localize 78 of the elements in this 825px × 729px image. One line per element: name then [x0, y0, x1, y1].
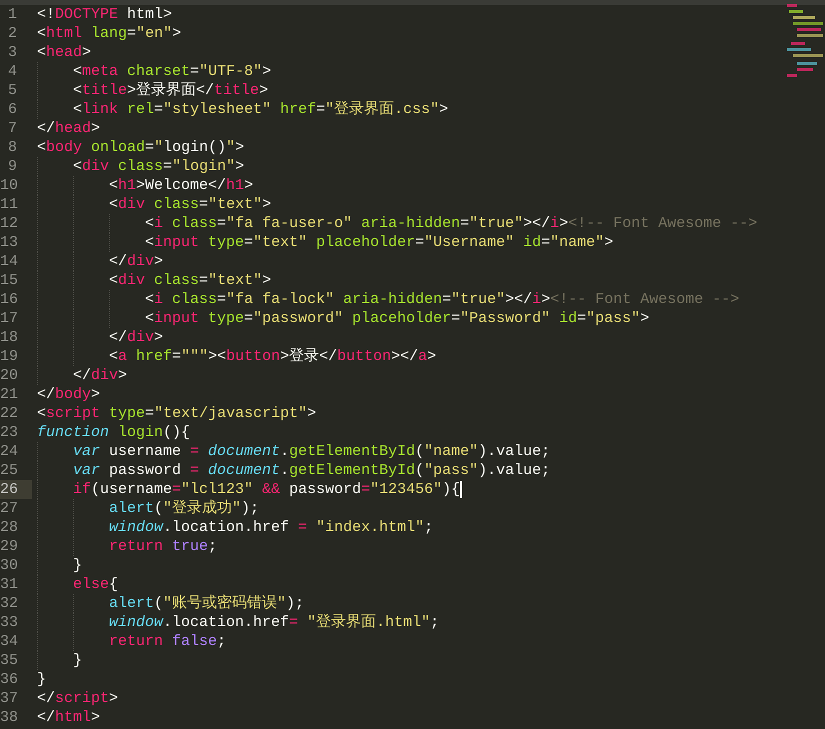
code-line: </html>: [37, 708, 100, 727]
code-line: <html lang="en">: [37, 24, 182, 43]
line-number: 23: [0, 423, 20, 442]
line-number: 30: [0, 556, 20, 575]
code-line: return true;: [109, 537, 218, 556]
code-line: }: [73, 651, 82, 670]
code-line: <head>: [37, 43, 92, 62]
code-line: </div>: [109, 328, 164, 347]
line-number: 9: [6, 157, 18, 176]
code-line: <!DOCTYPE html>: [37, 5, 172, 24]
line-number: 25: [0, 461, 20, 480]
code-line: <i class="fa fa-user-o" aria-hidden="true"></i><!-- Font Awesome -->: [145, 214, 758, 233]
code-line: }: [73, 556, 82, 575]
line-number: 18: [0, 328, 20, 347]
code-line: <input type="password" placeholder="Password" id="pass">: [145, 309, 650, 328]
text-cursor: [460, 481, 462, 498]
line-number: 38: [0, 708, 20, 727]
code-line: <i class="fa fa-lock" aria-hidden="true"></i><!-- Font Awesome -->: [145, 290, 740, 309]
code-line: return false;: [109, 632, 226, 651]
line-number: 20: [0, 366, 20, 385]
line-number: 32: [0, 594, 20, 613]
line-number: 10: [0, 176, 20, 195]
code-line: function login(){: [37, 423, 190, 442]
code-line: </body>: [37, 385, 100, 404]
line-number: 21: [0, 385, 20, 404]
code-line: <link rel="stylesheet" href="登录界面.css">: [73, 100, 448, 119]
line-number: 16: [0, 290, 20, 309]
line-number: 27: [0, 499, 20, 518]
minimap-drawing[interactable]: [787, 4, 823, 78]
line-number: 28: [0, 518, 20, 537]
code-line: window.location.href = "index.html";: [109, 518, 434, 537]
line-number: 29: [0, 537, 20, 556]
line-number: 13: [0, 233, 20, 252]
line-number: 15: [0, 271, 20, 290]
line-number: 19: [0, 347, 20, 366]
line-number: 37: [0, 689, 20, 708]
line-number: 3: [6, 43, 18, 62]
code-line: </div>: [73, 366, 128, 385]
code-line: <div class="login">: [73, 157, 244, 176]
line-number: 1: [6, 5, 18, 24]
line-number: 24: [0, 442, 20, 461]
line-number: 33: [0, 613, 20, 632]
line-number: 12: [0, 214, 20, 233]
code-line: <div class="text">: [109, 271, 272, 290]
code-line: <h1>Welcome</h1>: [109, 176, 254, 195]
line-number: 6: [6, 100, 18, 119]
line-number: 7: [6, 119, 18, 138]
code-line: var password = document.getElementById("pass").value;: [73, 461, 550, 480]
line-number: 11: [0, 195, 20, 214]
line-number: 8: [6, 138, 18, 157]
code-line: if(username="lcl123" && password="123456"){: [73, 480, 460, 499]
line-number: 14: [0, 252, 20, 271]
code-line: <title>登录界面</title>: [73, 81, 268, 100]
line-number: 22: [0, 404, 20, 423]
line-number: 17: [0, 309, 20, 328]
code-line: else{: [73, 575, 118, 594]
line-number: 5: [6, 81, 18, 100]
line-number: 31: [0, 575, 20, 594]
code-line: }: [37, 670, 46, 689]
code-line: window.location.href= "登录界面.html";: [109, 613, 440, 632]
line-number: 35: [0, 651, 20, 670]
code-line: </head>: [37, 119, 100, 138]
code-line: <input type="text" placeholder="Username" id="name">: [145, 233, 614, 252]
code-line: <a href="""><button>登录</button></a>: [109, 347, 436, 366]
line-number: 4: [6, 62, 18, 81]
code-line: alert("账号或密码错误");: [109, 594, 304, 613]
code-line: </script>: [37, 689, 118, 708]
line-number: 36: [0, 670, 20, 689]
code-line: var username = document.getElementById("name").value;: [73, 442, 550, 461]
code-line: <body onload="login()">: [37, 138, 244, 157]
code-line: </div>: [109, 252, 164, 271]
code-line: <div class="text">: [109, 195, 272, 214]
code-line: <script type="text/javascript">: [37, 404, 316, 423]
code-line: alert("登录成功");: [109, 499, 260, 518]
line-number: 34: [0, 632, 20, 651]
line-number: 26: [0, 480, 32, 499]
code-line: <meta charset="UTF-8">: [73, 62, 272, 81]
line-number: 2: [6, 24, 18, 43]
